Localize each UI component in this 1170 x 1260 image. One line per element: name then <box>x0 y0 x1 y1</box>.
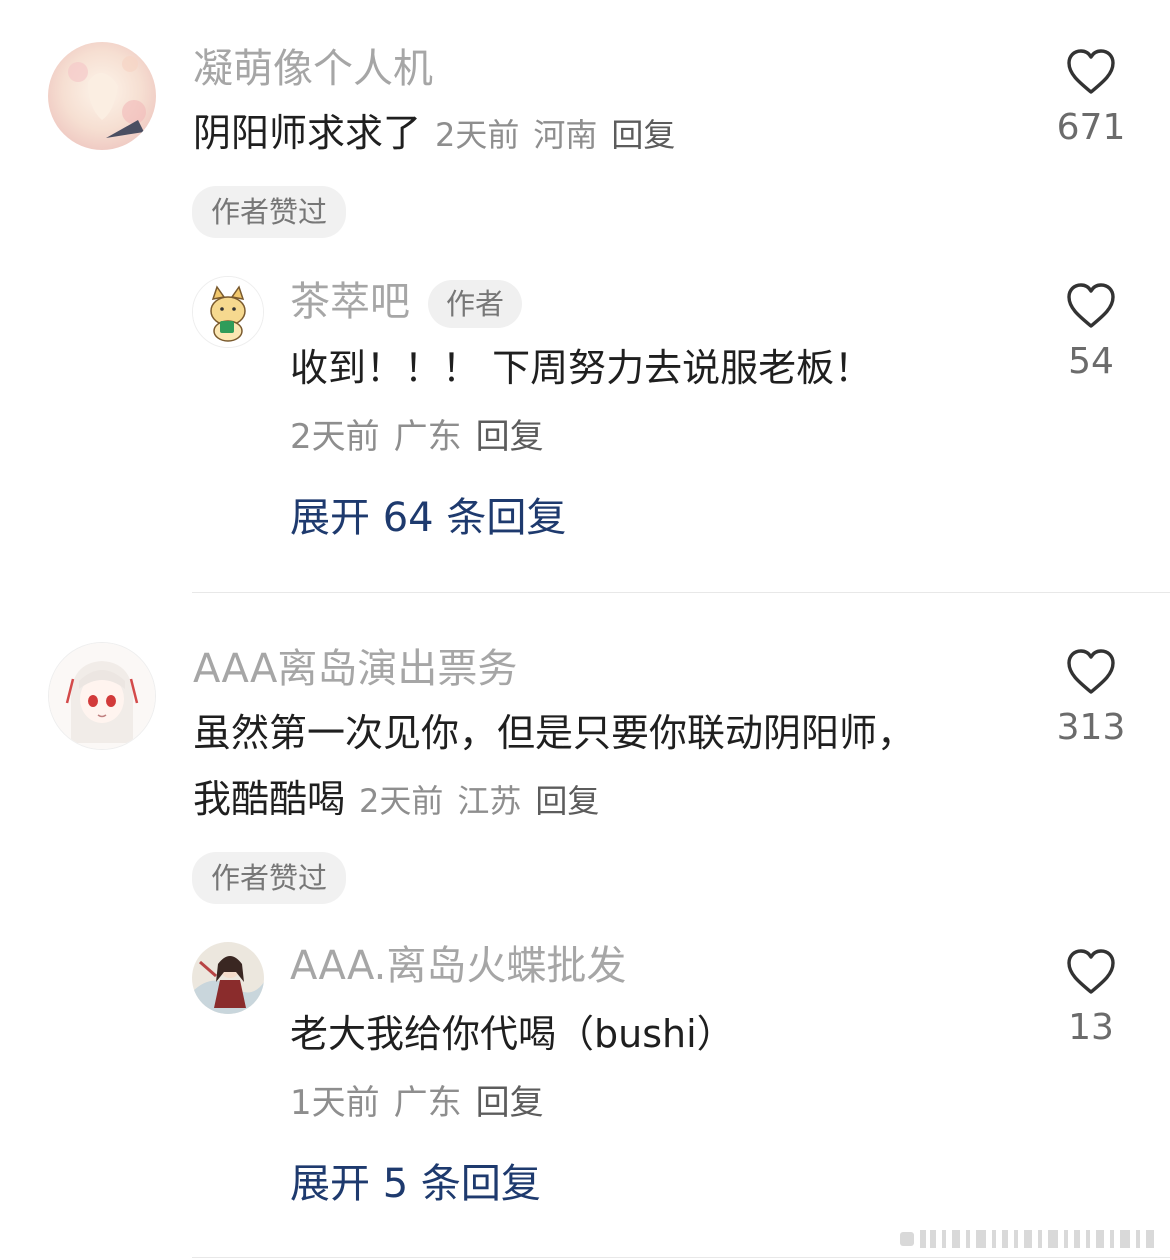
like-button[interactable]: 313 <box>1031 648 1151 746</box>
author-liked-badge: 作者赞过 <box>192 852 347 904</box>
comment-meta: 2天前 河南 回复 <box>435 116 675 154</box>
timestamp: 2天前 <box>359 782 444 820</box>
expand-replies-link[interactable]: 展开 5 条回复 <box>290 1164 541 1204</box>
watermark <box>900 1226 1158 1256</box>
reply-text: 收到！！！ 下周努力去说服老板！ <box>290 346 873 390</box>
comment-body-line2: 我酷酷喝 <box>193 777 346 821</box>
timestamp: 1天前 <box>290 1083 380 1123</box>
location: 江苏 <box>457 782 522 820</box>
heart-icon <box>1067 49 1115 94</box>
reply-button[interactable]: 回复 <box>476 1083 544 1123</box>
like-count: 671 <box>1056 107 1126 148</box>
location: 广东 <box>393 417 462 457</box>
like-count: 13 <box>1068 1007 1114 1048</box>
like-button[interactable]: 13 <box>1031 948 1151 1046</box>
reply-button[interactable]: 回复 <box>476 417 544 457</box>
like-count: 54 <box>1068 341 1114 382</box>
username[interactable]: 茶萃吧 作者 <box>290 279 523 328</box>
expand-replies-link[interactable]: 展开 64 条回复 <box>290 498 566 538</box>
reply-button[interactable]: 回复 <box>535 782 599 820</box>
avatar[interactable] <box>48 642 156 750</box>
avatar[interactable] <box>192 276 264 348</box>
timestamp: 2天前 <box>290 417 380 457</box>
timestamp: 2天前 <box>435 116 520 154</box>
comment-meta: 2天前 江苏 回复 <box>359 782 599 820</box>
heart-icon <box>1067 649 1115 694</box>
reply-meta: 1天前 广东 回复 <box>290 1086 544 1120</box>
like-count: 313 <box>1056 707 1126 748</box>
divider <box>192 1257 1170 1258</box>
divider <box>192 592 1170 593</box>
heart-icon <box>1067 283 1115 328</box>
reply-username[interactable]: AAA.离岛火蝶批发 <box>290 946 626 986</box>
author-badge: 作者 <box>428 280 523 328</box>
location: 广东 <box>393 1083 462 1123</box>
reply-username[interactable]: 茶萃吧 <box>290 279 410 325</box>
reply-meta: 2天前 广东 回复 <box>290 420 544 454</box>
comment-text: 阴阳师求求了 2天前 河南 回复 <box>193 111 675 157</box>
reply-button[interactable]: 回复 <box>611 116 675 154</box>
username[interactable]: 凝萌像个人机 <box>193 49 433 89</box>
comment-body: 阴阳师求求了 <box>193 111 422 155</box>
avatar[interactable] <box>192 942 264 1014</box>
heart-icon <box>1067 949 1115 994</box>
comment-text: 我酷酷喝 2天前 江苏 回复 <box>193 777 599 823</box>
author-liked-badge: 作者赞过 <box>192 186 347 238</box>
reply-text: 老大我给你代喝（bushi） <box>290 1012 735 1056</box>
location: 河南 <box>533 116 598 154</box>
username[interactable]: AAA离岛演出票务 <box>193 649 517 689</box>
comment-body-line1: 虽然第一次见你，但是只要你联动阴阳师， <box>193 711 916 755</box>
like-button[interactable]: 671 <box>1031 48 1151 146</box>
like-button[interactable]: 54 <box>1031 282 1151 380</box>
avatar[interactable] <box>48 42 156 150</box>
